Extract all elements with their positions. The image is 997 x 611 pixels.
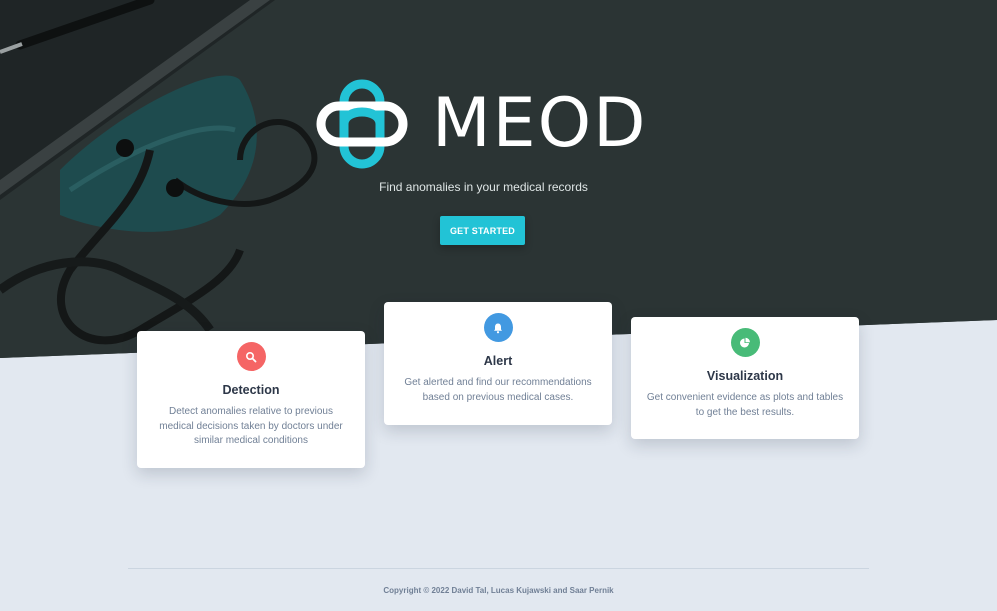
footer-copyright: Copyright © 2022 David Tal, Lucas Kujaws… [383, 586, 614, 595]
meod-logo-icon [316, 79, 408, 169]
feature-description: Get convenient evidence as plots and tab… [646, 392, 844, 418]
feature-title: Alert [483, 354, 513, 368]
brand-name: MEOD [432, 84, 648, 163]
feature-description: Detect anomalies relative to previous me… [159, 406, 343, 446]
pie-chart-icon [730, 328, 760, 357]
search-icon [236, 342, 266, 371]
bell-icon [483, 313, 513, 342]
feature-card-visualization: Visualization Get convenient evidence as… [631, 317, 859, 439]
feature-title: Detection [222, 383, 280, 397]
feature-title: Visualization [706, 369, 784, 383]
feature-card-detection: Detection Detect anomalies relative to p… [137, 331, 365, 468]
footer-divider [128, 568, 869, 569]
feature-card-alert: Alert Get alerted and find our recommend… [384, 302, 612, 425]
get-started-button[interactable]: GET STARTED [440, 216, 525, 245]
tagline: Find anomalies in your medical records [379, 180, 588, 194]
feature-description: Get alerted and find our recommendations… [404, 377, 592, 403]
brand-header: MEOD [316, 76, 648, 172]
